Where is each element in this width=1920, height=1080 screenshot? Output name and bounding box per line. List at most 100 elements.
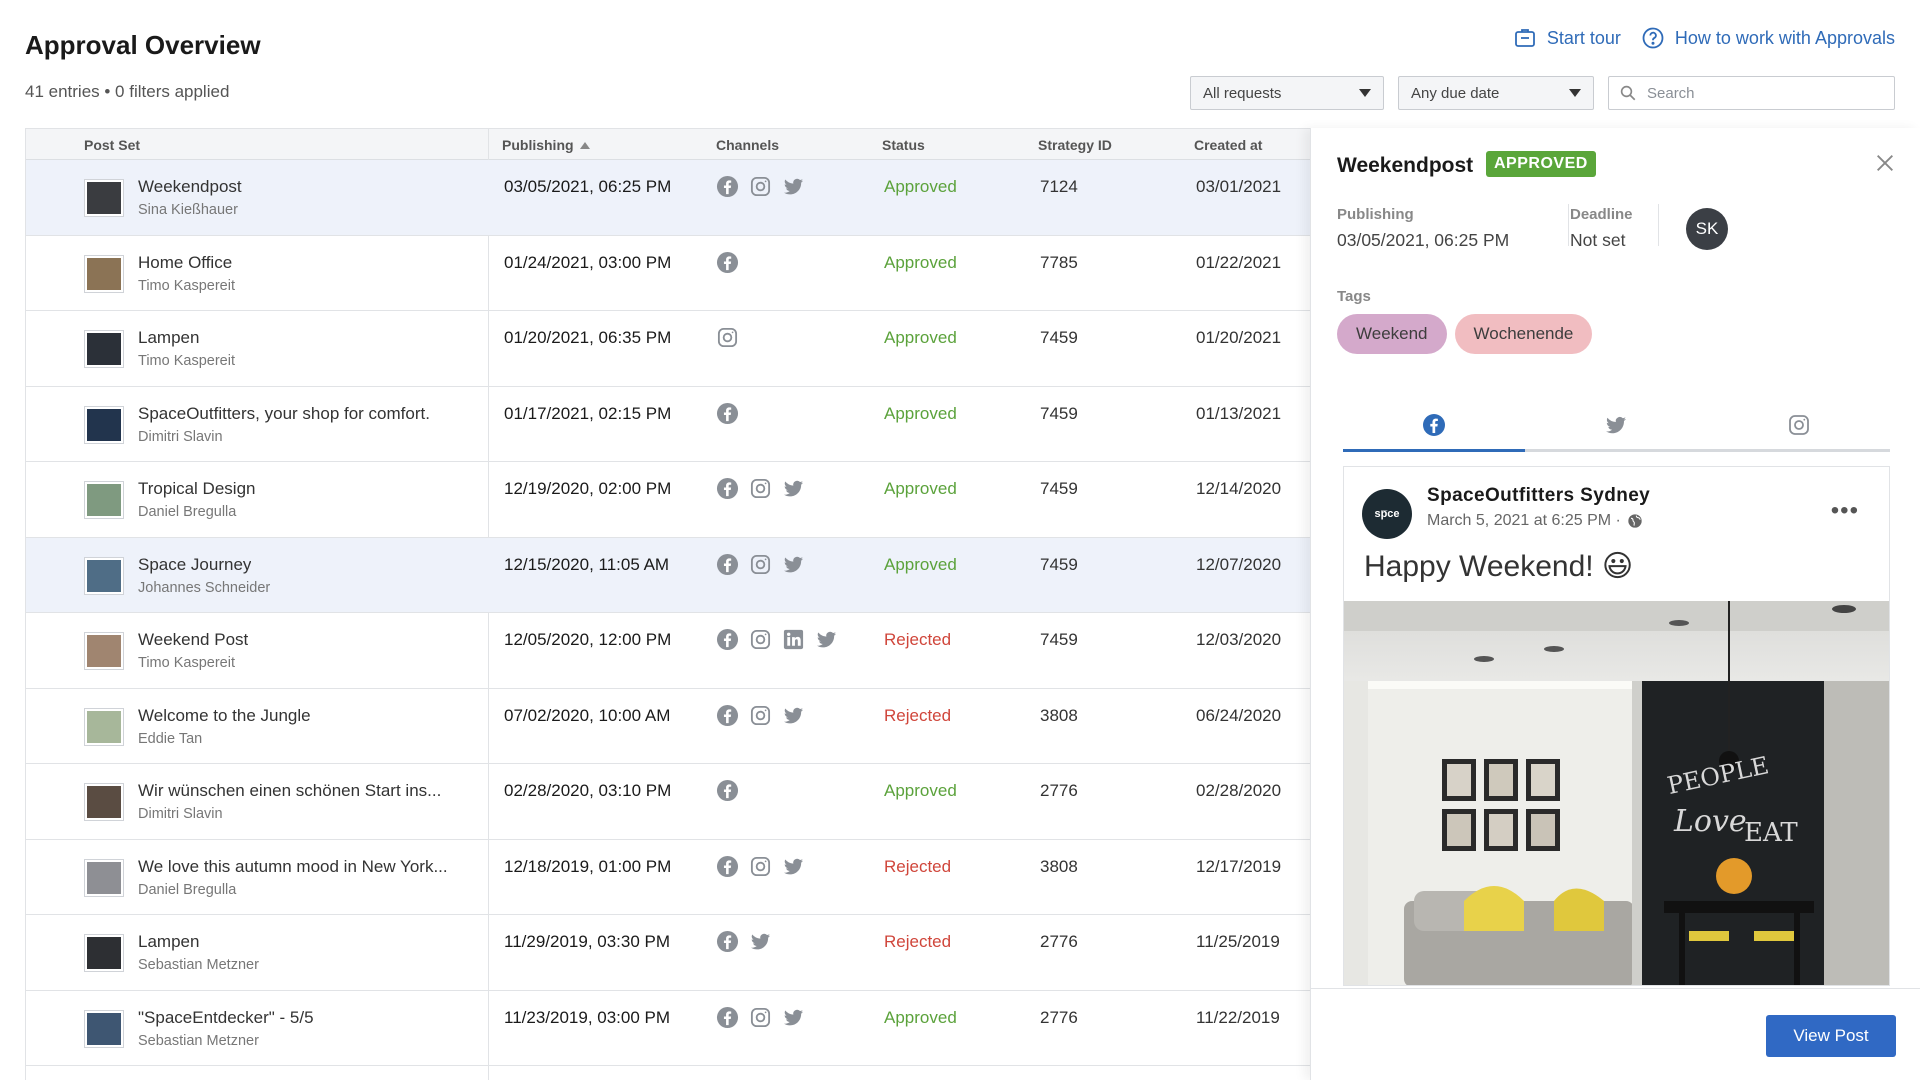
col-publishing[interactable]: Publishing [502, 137, 590, 153]
tab-facebook[interactable] [1343, 400, 1526, 452]
col-created-at[interactable]: Created at [1194, 137, 1262, 153]
created-date: 03/01/2021 [1196, 177, 1282, 196]
approvals-table: Post Set Publishing Channels Status Stra… [25, 128, 1310, 1080]
more-options-icon[interactable]: ••• [1831, 497, 1859, 525]
instagram-icon [749, 553, 772, 581]
table-row[interactable]: We love this autumn mood in New York... … [26, 840, 1310, 915]
status-text: Rejected [884, 856, 952, 876]
post-set-title[interactable]: SpaceOutfitters, your shop for comfort. [138, 404, 430, 424]
post-set-title[interactable]: Lampen [138, 932, 199, 952]
page-name: SpaceOutfitters Sydney [1427, 485, 1651, 506]
panel-title: Weekendpost [1337, 154, 1474, 177]
tag-pill[interactable]: Weekend [1337, 314, 1447, 354]
table-row[interactable]: "SpaceEntdecker" - 5/5 Sebastian Metzner… [26, 991, 1310, 1066]
publishing-date: 02/28/2020, 03:10 PM [504, 781, 672, 800]
meta-divider [1568, 204, 1569, 246]
page-title: Approval Overview [25, 30, 261, 60]
publishing-date: 01/17/2021, 02:15 PM [504, 403, 672, 423]
post-text: Happy Weekend! 😃 [1364, 550, 1634, 583]
tour-icon [1514, 29, 1535, 47]
post-set-title[interactable]: Weekendpost [138, 177, 242, 197]
post-set-title[interactable]: Wir wünschen einen schönen Start ins... [138, 781, 441, 801]
post-set-title[interactable]: Weekend Post [138, 630, 248, 650]
table-row[interactable]: Wir wünschen einen schönen Start ins... … [26, 764, 1310, 840]
post-set-title[interactable]: Lampen [138, 328, 199, 348]
facebook-icon [716, 175, 739, 203]
post-set-title[interactable]: Welcome to the Jungle [138, 706, 311, 726]
table-row[interactable]: Weekendpost Sina Kießhauer 03/05/2021, 0… [26, 160, 1310, 236]
publishing-date: 12/05/2020, 12:00 PM [504, 630, 672, 649]
instagram-icon [749, 704, 772, 732]
close-icon[interactable] [1874, 152, 1896, 174]
table-row[interactable]: Lampen Timo Kaspereit 01/20/2021, 06:35 … [26, 311, 1310, 387]
twitter-icon [782, 704, 805, 732]
created-date: 12/03/2020 [1196, 630, 1282, 649]
table-row[interactable]: Weekend Post Timo Kaspereit 12/05/2020, … [26, 613, 1310, 689]
col-post-set[interactable]: Post Set [84, 137, 140, 153]
publishing-label: Publishing [1337, 206, 1414, 223]
requests-filter-value: All requests [1203, 84, 1282, 102]
strategy-id: 7785 [1040, 252, 1078, 272]
post-thumbnail [84, 632, 124, 670]
strategy-id: 7459 [1040, 479, 1078, 498]
help-link[interactable]: How to work with Approvals [1641, 26, 1895, 50]
post-set-author: Daniel Bregulla [138, 881, 237, 898]
status-text: Approved [884, 1007, 957, 1027]
post-set-title[interactable]: We love this autumn mood in New York... [138, 857, 448, 877]
table-header: Post Set Publishing Channels Status Stra… [26, 128, 1310, 160]
post-set-author: Sebastian Metzner [138, 957, 259, 973]
twitter-icon [782, 1006, 805, 1034]
created-date: 01/20/2021 [1196, 328, 1282, 347]
col-channels[interactable]: Channels [716, 137, 779, 153]
post-set-author: Sina Kießhauer [138, 202, 238, 218]
post-set-title[interactable]: "SpaceEntdecker" - 5/5 [138, 1008, 314, 1028]
post-date: March 5, 2021 at 6:25 PM · [1427, 512, 1643, 530]
post-date-text: March 5, 2021 at 6:25 PM · [1427, 512, 1621, 529]
due-date-filter-value: Any due date [1411, 84, 1500, 102]
detail-panel: Weekendpost APPROVED Publishing 03/05/20… [1310, 128, 1920, 1080]
publishing-date: 03/05/2021, 06:25 PM [504, 177, 672, 196]
facebook-icon [716, 704, 739, 732]
start-tour-link[interactable]: Start tour [1513, 26, 1621, 50]
tag-pill[interactable]: Wochenende [1454, 314, 1593, 354]
view-post-button[interactable]: View Post [1766, 1015, 1896, 1057]
instagram-icon [749, 628, 772, 656]
facebook-icon [716, 628, 739, 656]
search-input[interactable] [1647, 84, 1877, 102]
table-row[interactable]: Space Journey Johannes Schneider 12/15/2… [26, 537, 1310, 613]
tab-twitter[interactable] [1525, 400, 1707, 449]
table-row[interactable]: Home Office Timo Kaspereit 01/24/2021, 0… [26, 236, 1310, 311]
twitter-icon [815, 628, 838, 656]
post-thumbnail [84, 858, 124, 897]
tab-instagram[interactable] [1708, 400, 1890, 449]
channel-icons [716, 251, 739, 279]
post-set-title[interactable]: Space Journey [138, 555, 251, 575]
created-date: 12/07/2020 [1196, 554, 1282, 574]
col-status[interactable]: Status [882, 137, 925, 153]
channel-icons [716, 779, 739, 807]
twitter-icon [782, 477, 805, 505]
table-row[interactable]: SpaceOutfitters, your shop for comfort. … [26, 387, 1310, 462]
post-set-title[interactable]: Home Office [138, 253, 232, 273]
publishing-date: 01/24/2021, 03:00 PM [504, 252, 672, 272]
table-row[interactable]: Welcome to the Jungle Eddie Tan 07/02/20… [26, 689, 1310, 764]
avatar[interactable]: SK [1686, 208, 1728, 250]
table-row[interactable]: Tropical Design Daniel Bregulla 12/19/20… [26, 462, 1310, 538]
table-row[interactable]: Lampen Sebastian Metzner 11/29/2019, 03:… [26, 915, 1310, 991]
requests-filter[interactable]: All requests [1190, 76, 1384, 110]
due-date-filter[interactable]: Any due date [1398, 76, 1594, 110]
instagram-icon [749, 477, 772, 505]
entries-summary: 41 entries • 0 filters applied [25, 82, 230, 101]
post-set-title[interactable]: Tropical Design [138, 479, 255, 499]
page-avatar: sp̅ce [1362, 489, 1412, 539]
col-strategy-id[interactable]: Strategy ID [1038, 137, 1112, 153]
post-preview: sp̅ce SpaceOutfitters Sydney March 5, 20… [1343, 466, 1890, 986]
publishing-date: 07/02/2020, 10:00 AM [504, 705, 671, 725]
post-set-author: Timo Kaspereit [138, 655, 235, 671]
publishing-date: 12/18/2019, 01:00 PM [504, 856, 672, 876]
meta-divider [1658, 204, 1659, 246]
status-text: Rejected [884, 932, 952, 951]
channel-icons [716, 402, 739, 430]
channel-icons [716, 628, 838, 656]
publishing-date: 11/23/2019, 03:00 PM [504, 1007, 671, 1027]
